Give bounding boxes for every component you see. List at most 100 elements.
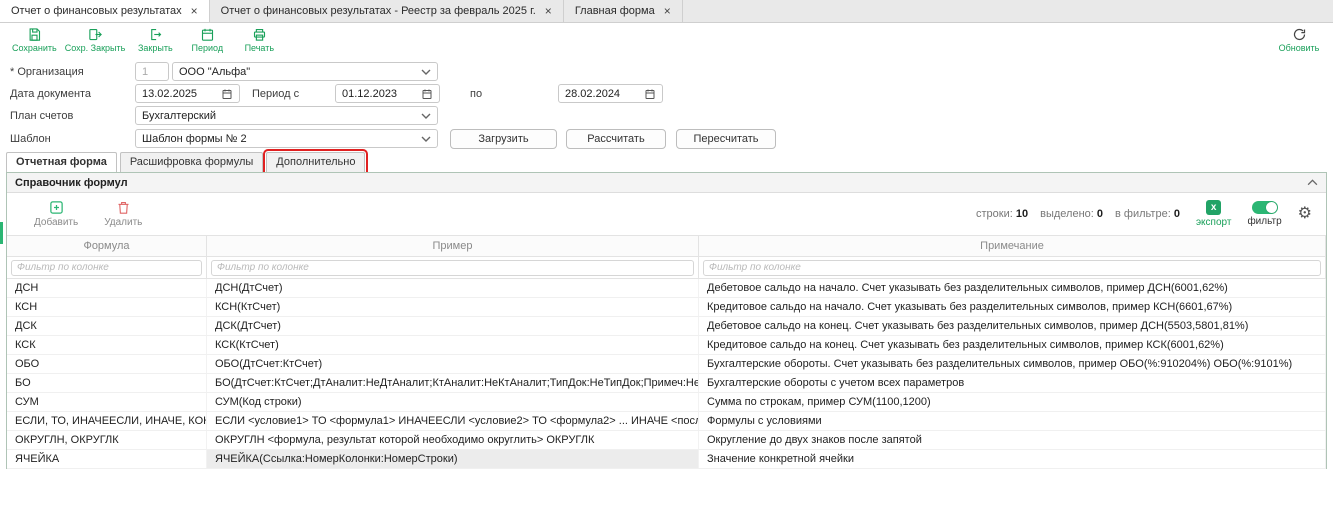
tab-additional[interactable]: Дополнительно (266, 152, 365, 172)
table-row[interactable]: СУМ СУМ(Код строки) Сумма по строкам, пр… (7, 393, 1326, 412)
load-button[interactable]: Загрузить (450, 129, 557, 149)
trash-icon (116, 200, 131, 215)
window-tabbar: Отчет о финансовых результатах × Отчет о… (0, 0, 1333, 23)
close-label: Закрыть (138, 43, 173, 53)
save-close-button[interactable]: Сохр. Закрыть (61, 24, 130, 56)
panel-toolbar-right: строки: 10 выделено: 0 в фильтре: 0 x эк… (976, 200, 1312, 228)
tab-formula-breakdown[interactable]: Расшифровка формулы (120, 152, 263, 172)
save-close-icon (88, 27, 103, 42)
toggle-on-icon (1252, 201, 1278, 214)
chart-of-accounts-value: Бухгалтерский (142, 110, 216, 122)
formula-reference-panel: Справочник формул Добавить Удалить строк… (6, 172, 1327, 469)
close-icon[interactable]: × (545, 5, 552, 17)
panel-toolbar: Добавить Удалить строки: 10 выделено: 0 … (7, 193, 1326, 235)
refresh-button[interactable]: Обновить (1273, 24, 1325, 56)
filter-input-note[interactable] (703, 260, 1321, 276)
cell-note: Формулы с условиями (699, 412, 1326, 430)
calculate-button[interactable]: Рассчитать (566, 129, 666, 149)
settings-gear-icon[interactable]: ⚙ (1298, 206, 1312, 222)
table-row[interactable]: ДСН ДСН(ДтСчет) Дебетовое сальдо на нача… (7, 279, 1326, 298)
close-icon[interactable]: × (191, 5, 198, 17)
cell-note: Округление до двух знаков после запятой (699, 431, 1326, 449)
window-tab-main-form[interactable]: Главная форма × (564, 0, 683, 22)
table-row[interactable]: ОКРУГЛН, ОКРУГЛК ОКРУГЛН <формула, резул… (7, 431, 1326, 450)
left-accent-bar (0, 222, 3, 244)
print-button[interactable]: Печать (233, 24, 285, 56)
panel-title: Справочник формул (15, 177, 128, 189)
cell-example: ДСН(ДтСчет) (207, 279, 699, 297)
cell-formula: КСН (7, 298, 207, 316)
save-button[interactable]: Сохранить (8, 24, 61, 56)
cell-example: СУМ(Код строки) (207, 393, 699, 411)
calendar-icon[interactable] (421, 88, 433, 100)
close-button[interactable]: Закрыть (129, 24, 181, 56)
cell-note: Сумма по строкам, пример СУМ(1100,1200) (699, 393, 1326, 411)
cell-formula: ОКРУГЛН, ОКРУГЛК (7, 431, 207, 449)
cell-formula: ОБО (7, 355, 207, 373)
cell-note: Значение конкретной ячейки (699, 450, 1326, 468)
period-to-field[interactable] (558, 84, 663, 103)
org-select-value: ООО "Альфа" (179, 66, 250, 78)
export-button[interactable]: x экспорт (1196, 200, 1232, 228)
calendar-icon (200, 27, 215, 42)
chart-of-accounts-select[interactable]: Бухгалтерский (135, 106, 438, 125)
refresh-label: Обновить (1279, 43, 1320, 53)
cell-example: ОКРУГЛН <формула, результат которой необ… (207, 431, 699, 449)
period-from-field[interactable] (335, 84, 440, 103)
filter-input-formula[interactable] (11, 260, 202, 276)
delete-row-button[interactable]: Удалить (104, 200, 142, 228)
app-window: Отчет о финансовых результатах × Отчет о… (0, 0, 1333, 525)
table-row[interactable]: КСК КСК(КтСчет) Кредитовое сальдо на кон… (7, 336, 1326, 355)
filter-cell (7, 257, 207, 278)
cell-note: Кредитовое сальдо на конец. Счет указыва… (699, 336, 1326, 354)
period-button[interactable]: Период (181, 24, 233, 56)
add-icon (49, 200, 64, 215)
filter-toggle[interactable]: фильтр (1247, 201, 1281, 227)
grid-stats: строки: 10 выделено: 0 в фильтре: 0 (976, 208, 1180, 220)
table-row[interactable]: ДСК ДСК(ДтСчет) Дебетовое сальдо на коне… (7, 317, 1326, 336)
window-tab-label: Главная форма (575, 5, 655, 17)
add-row-button[interactable]: Добавить (34, 200, 78, 228)
table-row[interactable]: ЯЧЕЙКА ЯЧЕЙКА(Ссылка:НомерКолонки:НомерС… (7, 450, 1326, 469)
org-code-input[interactable] (142, 66, 162, 78)
export-label: экспорт (1196, 217, 1232, 228)
collapse-chevron-icon[interactable] (1307, 179, 1318, 186)
filter-label: фильтр (1247, 216, 1281, 227)
table-row[interactable]: КСН КСН(КтСчет) Кредитовое сальдо на нач… (7, 298, 1326, 317)
calendar-icon[interactable] (644, 88, 656, 100)
table-row[interactable]: ОБО ОБО(ДтСчет:КтСчет) Бухгалтерские обо… (7, 355, 1326, 374)
rows-stat: строки: 10 (976, 208, 1028, 220)
template-label: Шаблон (10, 130, 51, 148)
tab-report-form[interactable]: Отчетная форма (6, 152, 117, 172)
doc-date-field[interactable] (135, 84, 240, 103)
close-icon[interactable]: × (664, 5, 671, 17)
table-body: ДСН ДСН(ДтСчет) Дебетовое сальдо на нача… (7, 279, 1326, 469)
org-code-field[interactable] (135, 62, 169, 81)
window-tab-report[interactable]: Отчет о финансовых результатах × (0, 0, 210, 22)
org-select[interactable]: ООО "Альфа" (172, 62, 438, 81)
column-header-formula[interactable]: Формула (7, 236, 207, 256)
cell-example: ЯЧЕЙКА(Ссылка:НомерКолонки:НомерСтроки) (207, 450, 699, 468)
printer-icon (252, 27, 267, 42)
cell-formula: ДСН (7, 279, 207, 297)
chevron-down-icon (421, 113, 431, 119)
table-row[interactable]: БО БО(ДтСчет:КтСчет;ДтАналит:НеДтАналит;… (7, 374, 1326, 393)
template-select[interactable]: Шаблон формы № 2 (135, 129, 438, 148)
window-tab-registry[interactable]: Отчет о финансовых результатах - Реестр … (210, 0, 564, 22)
calendar-icon[interactable] (221, 88, 233, 100)
column-header-example[interactable]: Пример (207, 236, 699, 256)
column-header-note[interactable]: Примечание (699, 236, 1326, 256)
filter-input-example[interactable] (211, 260, 694, 276)
panel-header[interactable]: Справочник формул (7, 173, 1326, 193)
filter-cell (207, 257, 699, 278)
cell-formula: СУМ (7, 393, 207, 411)
period-to-input[interactable] (565, 88, 644, 100)
excel-export-icon: x (1206, 200, 1221, 215)
recalculate-button[interactable]: Пересчитать (676, 129, 776, 149)
add-label: Добавить (34, 217, 78, 228)
selected-stat: выделено: 0 (1040, 208, 1103, 220)
period-from-input[interactable] (342, 88, 421, 100)
doc-date-label: Дата документа (10, 85, 91, 103)
table-row[interactable]: ЕСЛИ, ТО, ИНАЧЕЕСЛИ, ИНАЧЕ, КОНЕЦ ЕСЛИ <… (7, 412, 1326, 431)
doc-date-input[interactable] (142, 88, 221, 100)
